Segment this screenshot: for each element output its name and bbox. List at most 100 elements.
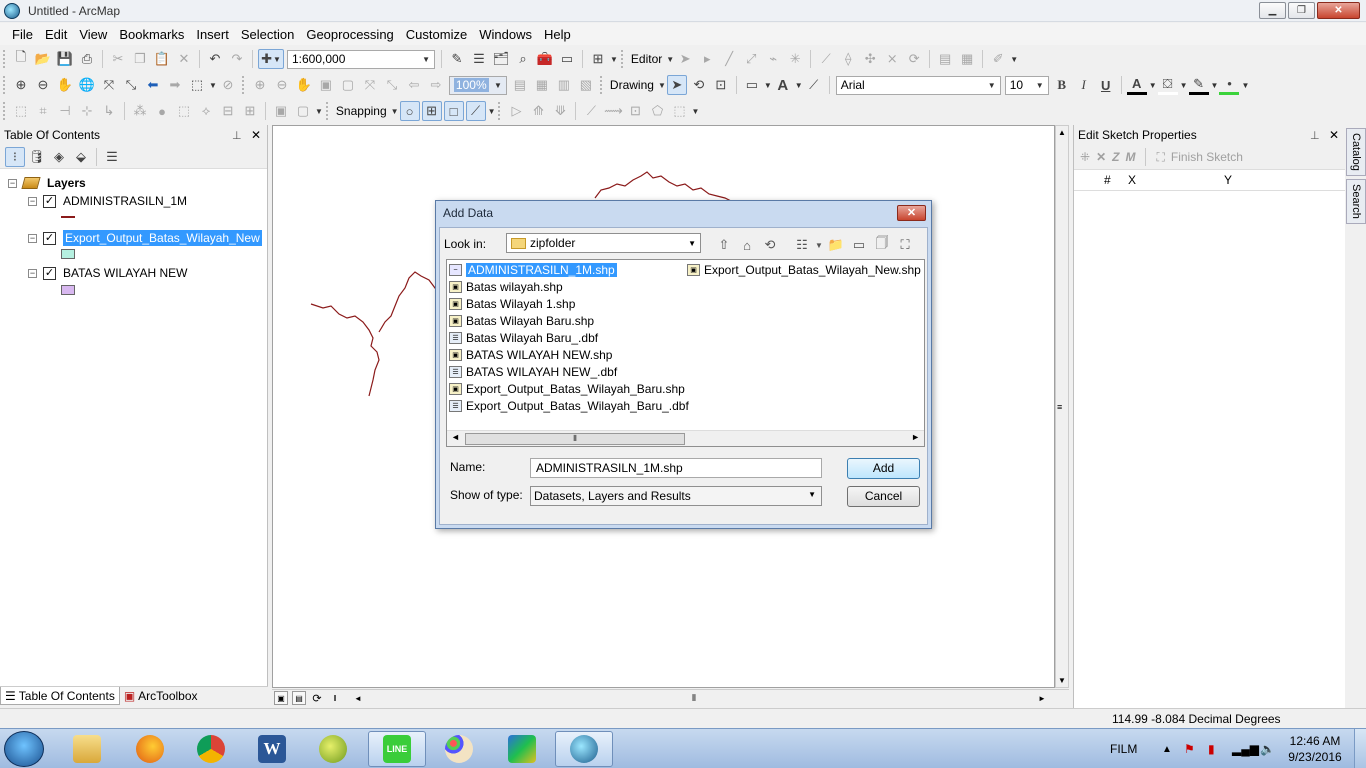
layout-view-button[interactable]: ▤ <box>292 691 306 705</box>
edit-tool-icon[interactable]: ➤ <box>675 49 695 69</box>
rotate-icon[interactable]: ⟲ <box>689 75 709 95</box>
zoom-100-icon[interactable]: ▢ <box>338 75 358 95</box>
chevron-down-icon[interactable]: ▼ <box>1149 81 1157 90</box>
layout-back-icon[interactable]: ⇦ <box>404 75 424 95</box>
data-driven-pages-icon[interactable]: ▧ <box>576 75 596 95</box>
editor-toolbar-icon[interactable]: ✎ <box>447 49 467 69</box>
taskbar-app-image-viewer[interactable] <box>493 731 551 767</box>
scroll-right-icon[interactable]: ► <box>911 432 920 442</box>
scroll-left-icon[interactable]: ◄ <box>451 432 460 442</box>
straight-segment-icon[interactable]: ╱ <box>719 49 739 69</box>
catalog-icon[interactable]: 🗂 <box>491 49 511 69</box>
list-by-selection-icon[interactable]: ⬙ <box>71 147 91 167</box>
action-center-icon[interactable]: ⚑ <box>1184 729 1195 768</box>
arctoolbox-icon[interactable]: 🧰 <box>535 49 555 69</box>
sketch-properties-icon[interactable]: ▦ <box>957 49 977 69</box>
chevron-down-icon[interactable]: ▼ <box>1241 81 1249 90</box>
pin-icon[interactable]: ⊥ <box>1310 130 1320 142</box>
toolbar-grip[interactable] <box>325 102 329 120</box>
pan-icon[interactable]: ✋ <box>55 75 75 95</box>
menu-file[interactable]: File <box>6 27 39 42</box>
insert-vertex-icon[interactable]: ⁜ <box>1080 150 1090 164</box>
error-inspector-icon[interactable]: ⬚ <box>174 101 194 121</box>
m-values-icon[interactable]: M <box>1125 150 1135 164</box>
view-options-icon[interactable]: ☷ <box>792 237 812 253</box>
copy-icon[interactable]: ❐ <box>130 49 150 69</box>
snapping-menu[interactable]: Snapping <box>333 104 390 118</box>
change-layout-icon[interactable]: ▥ <box>554 75 574 95</box>
list-item[interactable]: ▣ BATAS WILAYAH NEW.shp <box>449 347 612 363</box>
map-vertical-scrollbar[interactable]: ▲ ≡ ▼ <box>1055 125 1069 688</box>
line-color-icon[interactable]: ✎ <box>1188 75 1209 95</box>
topology-edit-icon[interactable]: ⬚ <box>11 101 31 121</box>
tab-search[interactable]: Search <box>1346 178 1366 224</box>
planarize-icon[interactable]: ⊞ <box>240 101 260 121</box>
fixed-zoom-in-icon[interactable]: ⤧ <box>99 75 119 95</box>
start-button[interactable] <box>4 731 44 767</box>
home-icon[interactable]: ⌂ <box>737 238 757 253</box>
layout-forward-icon[interactable]: ⇨ <box>426 75 446 95</box>
pause-drawing-icon[interactable]: ‖ <box>328 691 342 705</box>
list-by-visibility-icon[interactable]: ◈ <box>49 147 69 167</box>
menu-insert[interactable]: Insert <box>190 27 235 42</box>
chevron-down-icon[interactable]: ▼ <box>315 107 323 116</box>
select-features-icon[interactable]: ⬚ <box>187 75 207 95</box>
font-color-icon[interactable]: A <box>1126 75 1147 95</box>
select-elements-icon[interactable]: ➤ <box>666 75 687 95</box>
open-folder-icon[interactable]: 📂 <box>33 49 53 69</box>
collapse-icon[interactable]: − <box>8 178 17 188</box>
collapse-icon[interactable]: − <box>28 268 37 278</box>
chevron-down-icon[interactable]: ▼ <box>795 81 803 90</box>
add-data-icon[interactable]: ✚ ▼ <box>258 49 284 69</box>
name-field[interactable]: ADMINISTRASILN_1M.shp <box>530 458 822 478</box>
menu-bookmarks[interactable]: Bookmarks <box>113 27 190 42</box>
scroll-grip-icon[interactable]: ⦀ <box>692 693 696 704</box>
show-hidden-icons-icon[interactable]: ▲ <box>1162 729 1172 768</box>
chevron-down-icon[interactable]: ▼ <box>209 81 217 90</box>
taskbar-app-arcmap[interactable] <box>555 731 613 767</box>
redo-icon[interactable]: ↷ <box>227 49 247 69</box>
fill-color-icon[interactable]: ⛋ <box>1157 75 1178 95</box>
layer-label[interactable]: BATAS WILAYAH NEW <box>63 266 187 280</box>
volume-icon[interactable]: 🔈 <box>1260 729 1275 768</box>
tab-catalog[interactable]: Catalog <box>1346 128 1366 176</box>
toc-layer-item[interactable]: − ✓ ADMINISTRASILN_1M <box>28 194 187 208</box>
clear-selection-icon[interactable]: ⊘ <box>218 75 238 95</box>
forward-icon[interactable]: ➡ <box>165 75 185 95</box>
taskbar-app-chrome[interactable] <box>182 731 240 767</box>
chevron-down-icon[interactable]: ▼ <box>1211 81 1219 90</box>
finish-sketch-button[interactable]: Finish Sketch <box>1171 150 1243 164</box>
scroll-up-icon[interactable]: ▲ <box>1058 128 1066 137</box>
create-features-icon[interactable]: ✐ <box>988 49 1008 69</box>
layer-visibility-checkbox[interactable]: ✓ <box>43 231 56 245</box>
fill-symbol[interactable] <box>61 285 75 295</box>
list-by-source-icon[interactable]: 🛢 <box>27 147 47 167</box>
fill-symbol[interactable] <box>61 249 75 259</box>
close-button[interactable]: ✕ <box>1317 2 1360 19</box>
chevron-down-icon[interactable]: ▼ <box>391 107 399 116</box>
options-icon[interactable]: ☰ <box>102 147 122 167</box>
bold-button[interactable]: B <box>1052 75 1072 95</box>
adjust-icon[interactable]: ⬚ <box>669 101 689 121</box>
tab-table-of-contents[interactable]: ☰ Table Of Contents <box>0 687 120 705</box>
point-icon[interactable]: ✳ <box>785 49 805 69</box>
toolbar-grip[interactable] <box>3 50 6 68</box>
menu-view[interactable]: View <box>73 27 113 42</box>
tray-label[interactable]: FILM <box>1110 729 1137 768</box>
power-icon[interactable]: ▮ <box>1208 729 1215 768</box>
construct-features-icon[interactable]: ⊟ <box>218 101 238 121</box>
save-icon[interactable]: 💾 <box>55 49 75 69</box>
zoom-whole-page-icon[interactable]: ▣ <box>316 75 336 95</box>
list-by-drawing-order-icon[interactable]: ⁝ <box>5 146 25 167</box>
toolbar-grip[interactable] <box>3 76 6 94</box>
rotate-icon[interactable]: ⟳ <box>904 49 924 69</box>
go-to-default-folder-icon[interactable]: ⟲ <box>760 237 780 253</box>
trace-icon[interactable]: ⌁ <box>763 49 783 69</box>
pin-icon[interactable]: ⊥ <box>232 130 242 142</box>
toolbar-grip[interactable] <box>241 76 245 94</box>
zoom-in-icon[interactable]: ⊕ <box>11 75 31 95</box>
chevron-down-icon[interactable]: ▼ <box>610 55 618 64</box>
toolbar-grip[interactable] <box>599 76 603 94</box>
scroll-thumb[interactable]: ⦀ <box>465 433 685 445</box>
scroll-left-icon[interactable]: ◄ <box>354 694 362 703</box>
